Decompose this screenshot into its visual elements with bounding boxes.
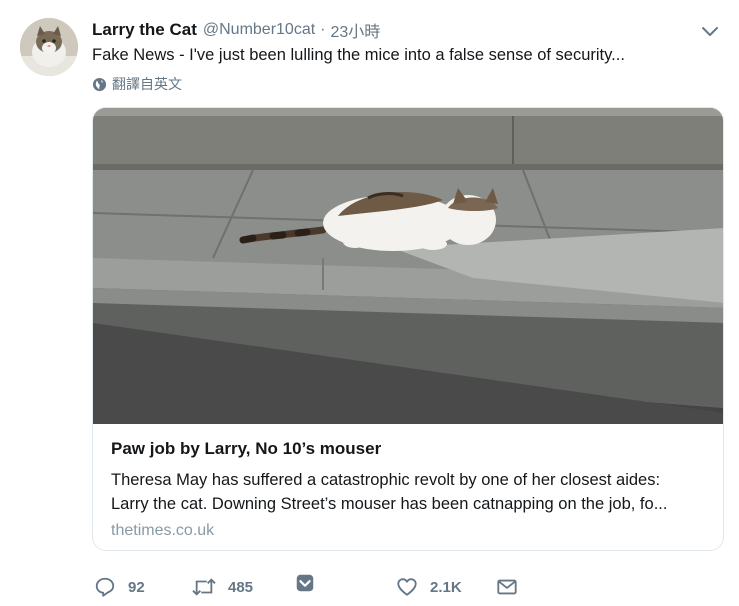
- card-photo: [93, 108, 723, 424]
- card-description-line: Larry the cat. Downing Street’s mouser h…: [111, 495, 668, 513]
- avatar[interactable]: [20, 18, 78, 76]
- chevron-down-icon[interactable]: [699, 20, 721, 42]
- like-button[interactable]: 2.1K: [396, 576, 462, 598]
- card-domain: thetimes.co.uk: [111, 522, 215, 539]
- translate-link[interactable]: 翻譯自英文: [92, 74, 182, 94]
- globe-icon: [92, 77, 107, 91]
- retweet-button[interactable]: 485: [192, 576, 253, 598]
- reply-icon: [95, 577, 115, 597]
- retweet-count: 485: [228, 578, 254, 596]
- card-body: Paw job by Larry, No 10’s mouser Theresa…: [111, 438, 705, 540]
- tweet-text: Fake News - I've just been lulling the m…: [92, 46, 625, 64]
- save-icon: [296, 574, 314, 592]
- save-button[interactable]: [294, 572, 316, 594]
- card-description-line: Theresa May has suffered a catastrophic …: [111, 471, 661, 489]
- card-title: Paw job by Larry, No 10’s mouser: [111, 439, 382, 458]
- cat-avatar-image: [20, 18, 78, 76]
- like-count: 2.1K: [430, 578, 462, 596]
- author-name[interactable]: Larry the Cat: [92, 20, 197, 40]
- message-button[interactable]: [496, 576, 518, 598]
- tweet-timestamp[interactable]: 23小時: [331, 18, 381, 42]
- card-description: Theresa May has suffered a catastrophic …: [111, 468, 705, 516]
- author-handle[interactable]: @Number10cat: [203, 21, 315, 39]
- separator-dot: ·: [320, 21, 326, 38]
- reply-button[interactable]: 92: [94, 576, 145, 598]
- reply-count: 92: [128, 578, 145, 596]
- envelope-icon: [497, 579, 517, 595]
- translate-label: 翻譯自英文: [112, 76, 182, 92]
- tweet-header: Larry the Cat @Number10cat · 23小時: [92, 18, 725, 42]
- link-card[interactable]: Paw job by Larry, No 10’s mouser Theresa…: [92, 107, 724, 551]
- heart-icon: [397, 578, 417, 596]
- retweet-icon: [192, 578, 216, 596]
